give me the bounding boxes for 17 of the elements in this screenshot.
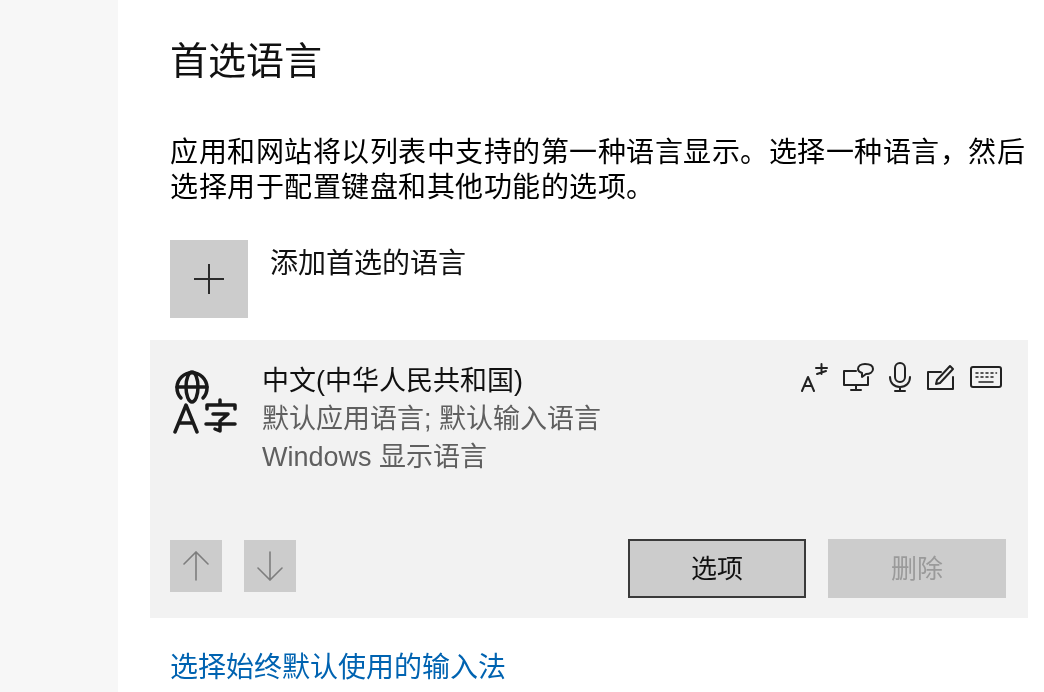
text-speech-icon — [800, 362, 828, 392]
input-method-link[interactable]: 选择始终默认使用的输入法 — [170, 650, 506, 685]
microphone-icon — [888, 362, 912, 392]
add-language-button[interactable]: 添加首选的语言 — [170, 240, 466, 318]
language-name: 中文(中华人民共和国) — [262, 365, 524, 398]
monitor-speech-bubble-icon — [842, 362, 874, 392]
description-text: 应用和网站将以列表中支持的第一种语言显示。选择一种语言，然后选择用于配置键盘和其他功能的选项。 — [170, 136, 1026, 205]
globe-language-icon — [172, 368, 238, 434]
keyboard-icon — [970, 366, 1002, 388]
language-detail: Windows 显示语言 — [262, 441, 489, 474]
page-heading: 首选语言 — [170, 39, 322, 84]
down-arrow-icon — [257, 551, 283, 581]
plus-icon — [170, 240, 248, 318]
language-detail: 默认应用语言; 默认输入语言 — [262, 403, 601, 436]
up-arrow-icon — [183, 551, 209, 581]
options-button[interactable]: 选项 — [628, 539, 806, 598]
pen-pad-icon — [926, 363, 956, 391]
